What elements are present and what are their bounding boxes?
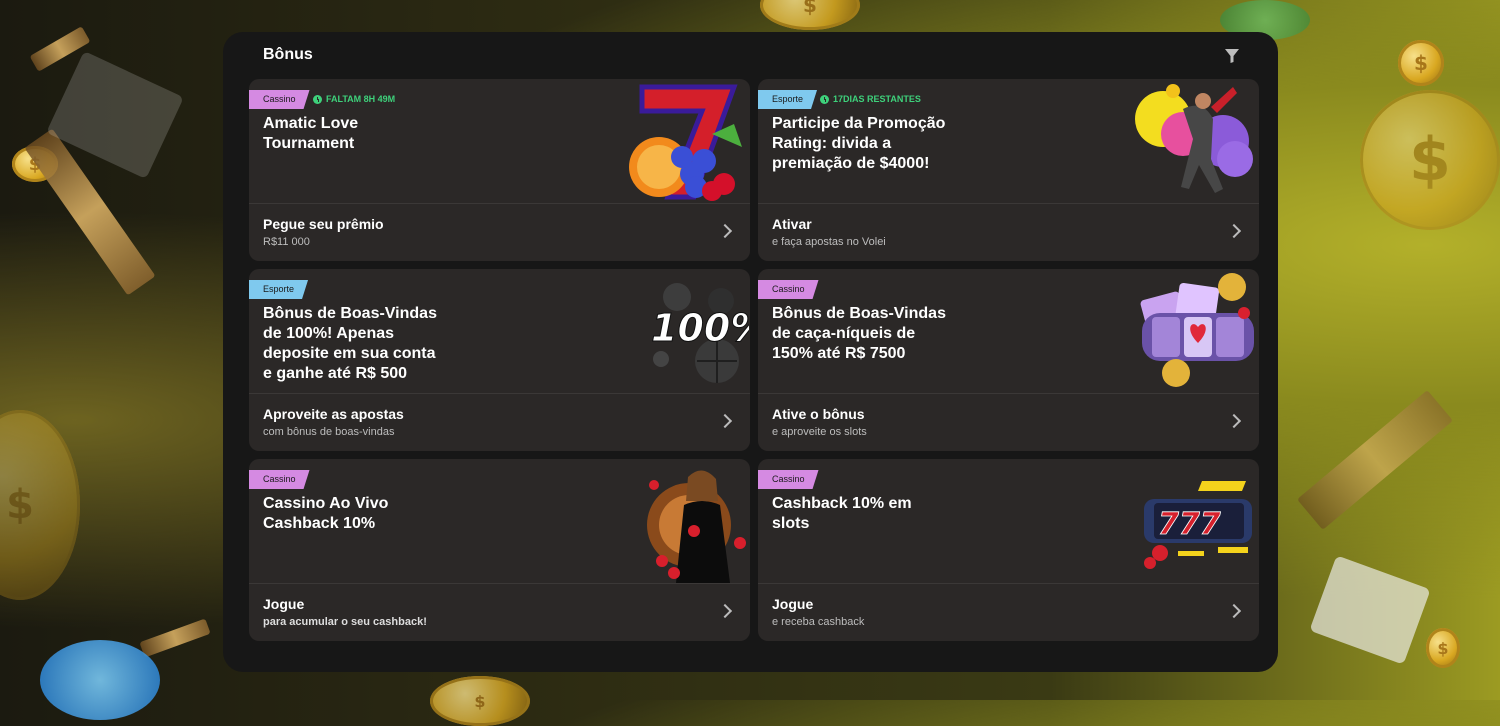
cta-label: Aproveite as apostas: [263, 406, 404, 422]
timer-badge: FALTAM 8H 49M: [313, 90, 395, 109]
bonus-panel: Bônus Cassino FALTAM 8H 49M Amatic Love …: [223, 32, 1278, 672]
background-playing-card: [1309, 555, 1431, 665]
sports-balls-image: 100%: [651, 283, 749, 383]
filter-icon[interactable]: [1224, 48, 1240, 64]
card-title: Cashback 10% em slots: [772, 495, 912, 532]
panel-title: Bônus: [263, 46, 313, 63]
card-action[interactable]: Jogue e receba cashback: [758, 584, 1259, 641]
100-percent-art-text: 100%: [651, 306, 749, 350]
category-tag: Esporte: [249, 280, 308, 299]
card-action[interactable]: Pegue seu prêmio R$11 000: [249, 204, 750, 261]
cta-label: Jogue: [772, 596, 814, 612]
background-coin: [1360, 90, 1500, 230]
cta-subtitle: e aproveite os slots: [772, 426, 867, 438]
background-coin: [1426, 628, 1460, 668]
card-action[interactable]: Jogue para acumular o seu cashback!: [249, 584, 750, 641]
slot-reels-cards-image: [1140, 273, 1254, 387]
background-ribbon: [139, 618, 211, 658]
volleyball-player-image: [1135, 84, 1253, 193]
chevron-right-icon: [1226, 603, 1242, 619]
bonus-card[interactable]: Cassino FALTAM 8H 49M Amatic Love Tourna…: [249, 79, 750, 261]
bonus-card[interactable]: Cassino Cashback 10% em slots 777 Jogue …: [758, 459, 1259, 641]
timer-text: FALTAM 8H 49M: [326, 94, 396, 104]
bonus-card[interactable]: Esporte Bônus de Boas-Vindas de 100%! Ap…: [249, 269, 750, 451]
background-coin: [0, 410, 80, 600]
category-tag: Cassino: [249, 90, 310, 109]
chevron-right-icon: [717, 603, 733, 619]
category-tag: Cassino: [249, 470, 310, 489]
cta-label: Pegue seu prêmio: [263, 216, 384, 232]
timer-badge: 17DIAS RESTANTES: [820, 90, 921, 109]
card-action[interactable]: Aproveite as apostas com bônus de boas-v…: [249, 394, 750, 451]
category-tag: Cassino: [758, 470, 819, 489]
bonus-card[interactable]: Cassino Bônus de Boas-Vindas de caça-níq…: [758, 269, 1259, 451]
background-coin: [1398, 40, 1444, 86]
cta-label: Ativar: [772, 216, 812, 232]
slot-seven-fruits-image: [629, 84, 742, 201]
chevron-right-icon: [717, 413, 733, 429]
cta-label: Jogue: [263, 596, 305, 612]
card-title: Cassino Ao Vivo Cashback 10%: [263, 495, 389, 532]
background-ribbon: [1297, 390, 1453, 530]
category-tag: Cassino: [758, 280, 819, 299]
card-title: Amatic Love Tournament: [263, 115, 359, 152]
chevron-right-icon: [717, 223, 733, 239]
cta-label: Ative o bônus: [772, 406, 865, 422]
clock-icon: [820, 95, 829, 104]
card-action[interactable]: Ativar e faça apostas no Volei: [758, 204, 1259, 261]
bonus-card[interactable]: Esporte 17DIAS RESTANTES Participe da Pr…: [758, 79, 1259, 261]
clock-icon: [313, 95, 322, 104]
card-title: Participe da Promoção Rating: divida a p…: [772, 115, 946, 172]
777-art-text: 777: [1158, 507, 1221, 542]
slot-machine-777-image: 777: [1144, 481, 1252, 569]
live-dealer-roulette-image: [647, 470, 746, 583]
bonus-card[interactable]: Cassino Cassino Ao Vivo Cashback 10% Jog…: [249, 459, 750, 641]
cta-subtitle: e faça apostas no Volei: [772, 236, 886, 248]
card-action[interactable]: Ative o bônus e aproveite os slots: [758, 394, 1259, 451]
cta-subtitle: R$11 000: [263, 236, 310, 248]
background-coin: [760, 0, 860, 30]
chevron-right-icon: [1226, 223, 1242, 239]
background-chip: [40, 640, 160, 720]
cta-subtitle: para acumular o seu cashback!: [263, 616, 427, 628]
timer-text: 17DIAS RESTANTES: [833, 94, 921, 104]
card-title: Bônus de Boas-Vindas de caça-níqueis de …: [772, 305, 946, 362]
cta-subtitle: e receba cashback: [772, 616, 865, 628]
category-tag: Esporte: [758, 90, 817, 109]
background-coin: [430, 676, 530, 726]
chevron-right-icon: [1226, 413, 1242, 429]
card-title: Bônus de Boas-Vindas de 100%! Apenas dep…: [263, 305, 437, 382]
cta-subtitle: com bônus de boas-vindas: [263, 426, 395, 438]
